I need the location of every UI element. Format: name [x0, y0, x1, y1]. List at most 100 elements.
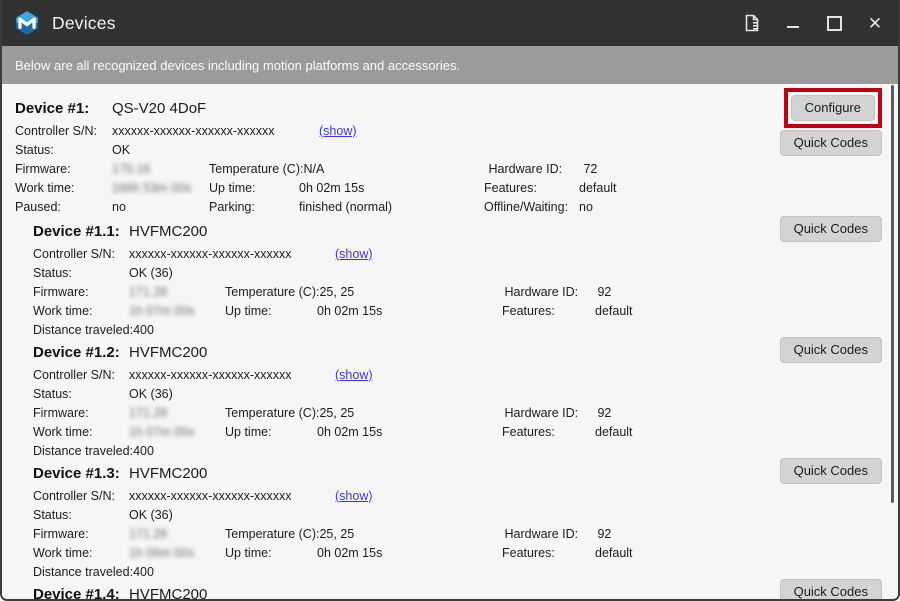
- firmware-value: 170.16: [112, 162, 209, 176]
- field-label: Temperature (C):: [225, 527, 319, 541]
- offline-waiting-value: no: [579, 200, 593, 214]
- field-label: Controller S/N:: [33, 247, 129, 261]
- field-row: Firmware: 171.28 Temperature (C): 25, 25…: [33, 403, 898, 422]
- field-label: Status:: [33, 266, 129, 280]
- controller-sn-value: xxxxxx-xxxxxx-xxxxxx-xxxxxx: [112, 124, 319, 138]
- close-icon[interactable]: ✕: [866, 14, 884, 32]
- configure-button[interactable]: Configure: [791, 95, 875, 121]
- show-sn-link[interactable]: (show): [335, 368, 373, 382]
- field-row: Status: OK (36): [33, 505, 898, 524]
- hardware-id-value: 92: [597, 527, 611, 541]
- temperature-value: N/A: [303, 162, 488, 176]
- field-row: Work time: 1h 07m 00s Up time: 0h 02m 15…: [33, 422, 898, 441]
- vertical-scrollbar[interactable]: [891, 84, 896, 599]
- field-label: Up time:: [225, 304, 317, 318]
- status-value: OK (36): [129, 508, 225, 522]
- field-label: Parking:: [209, 200, 299, 214]
- device-id: Device #1.2:: [33, 344, 129, 361]
- field-row: Distance traveled: 400: [33, 441, 898, 460]
- field-row: Status: OK (36): [33, 263, 898, 282]
- quick-codes-button[interactable]: Quick Codes: [780, 130, 882, 156]
- field-row: Firmware: 170.16 Temperature (C): N/A Ha…: [15, 159, 898, 178]
- subtitle-bar: Below are all recognized devices includi…: [2, 46, 898, 84]
- work-time-value: 1h 07m 00s: [129, 425, 225, 439]
- firmware-value: 171.28: [129, 406, 225, 420]
- firmware-value: 171.28: [129, 285, 225, 299]
- field-label: Features:: [502, 425, 595, 439]
- devices-window: Devices ✕ Below are all recognized devic…: [0, 0, 900, 601]
- field-label: Temperature (C):: [225, 406, 319, 420]
- log-file-icon[interactable]: [743, 14, 761, 32]
- work-time-value: 166h 53m 00s: [112, 181, 209, 195]
- device-model: HVFMC200: [129, 344, 207, 361]
- device-id: Device #1.1:: [33, 223, 129, 240]
- show-sn-link[interactable]: (show): [335, 489, 373, 503]
- field-label: Distance traveled:: [33, 323, 133, 337]
- field-row: Controller S/N: xxxxxx-xxxxxx-xxxxxx-xxx…: [33, 486, 898, 505]
- maximize-icon[interactable]: [825, 14, 843, 32]
- field-row: Work time: 1h 07m 00s Up time: 0h 02m 15…: [33, 301, 898, 320]
- field-label: Up time:: [225, 425, 317, 439]
- field-row: Distance traveled: 400: [33, 320, 898, 339]
- up-time-value: 0h 02m 15s: [317, 425, 502, 439]
- field-row: Controller S/N: xxxxxx-xxxxxx-xxxxxx-xxx…: [33, 244, 898, 263]
- device-section-1: Configure Quick Codes Device #1: QS-V20 …: [2, 95, 898, 218]
- controller-sn-value: xxxxxx-xxxxxx-xxxxxx-xxxxxx: [129, 489, 335, 503]
- device-model: HVFMC200: [129, 465, 207, 482]
- field-row: Paused: no Parking: finished (normal) Of…: [15, 197, 898, 216]
- up-time-value: 0h 02m 15s: [299, 181, 484, 195]
- device-list: Configure Quick Codes Device #1: QS-V20 …: [2, 84, 898, 599]
- field-row: Controller S/N: xxxxxx-xxxxxx-xxxxxx-xxx…: [15, 121, 898, 140]
- temperature-value: 25, 25: [319, 406, 504, 420]
- field-label: Hardware ID:: [504, 527, 597, 541]
- device-section-1-1: Quick Codes Device #1.1: HVFMC200 Contro…: [2, 218, 898, 339]
- quick-codes-button[interactable]: Quick Codes: [780, 579, 882, 599]
- subtitle-text: Below are all recognized devices includi…: [15, 58, 460, 73]
- field-label: Work time:: [33, 546, 129, 560]
- device-model: HVFMC200: [129, 223, 207, 240]
- field-label: Features:: [502, 304, 595, 318]
- configure-highlight-box: Configure: [784, 88, 882, 128]
- field-label: Status:: [15, 143, 112, 157]
- field-label: Work time:: [15, 181, 112, 195]
- field-label: Work time:: [33, 425, 129, 439]
- status-value: OK (36): [129, 387, 225, 401]
- hardware-id-value: 72: [583, 162, 597, 176]
- field-label: Offline/Waiting:: [484, 200, 579, 214]
- device-model: QS-V20 4DoF: [112, 100, 206, 117]
- quick-codes-button[interactable]: Quick Codes: [780, 216, 882, 242]
- field-label: Firmware:: [33, 406, 129, 420]
- field-label: Distance traveled:: [33, 444, 133, 458]
- field-row: Distance traveled: 400: [33, 562, 898, 581]
- show-sn-link[interactable]: (show): [319, 124, 357, 138]
- field-label: Temperature (C):: [225, 285, 319, 299]
- field-row: Status: OK: [15, 140, 898, 159]
- field-row: Firmware: 171.28 Temperature (C): 25, 25…: [33, 282, 898, 301]
- title-bar: Devices ✕: [0, 0, 900, 46]
- minimize-icon[interactable]: [784, 14, 802, 32]
- field-label: Up time:: [209, 181, 299, 195]
- scrollbar-thumb[interactable]: [891, 85, 894, 503]
- temperature-value: 25, 25: [319, 285, 504, 299]
- hardware-id-value: 92: [597, 406, 611, 420]
- field-label: Controller S/N:: [33, 368, 129, 382]
- quick-codes-button[interactable]: Quick Codes: [780, 458, 882, 484]
- parking-value: finished (normal): [299, 200, 484, 214]
- show-sn-link[interactable]: (show): [335, 247, 373, 261]
- features-value: default: [595, 304, 633, 318]
- field-row: Work time: 166h 53m 00s Up time: 0h 02m …: [15, 178, 898, 197]
- status-value: OK (36): [129, 266, 225, 280]
- field-label: Controller S/N:: [15, 124, 112, 138]
- controller-sn-value: xxxxxx-xxxxxx-xxxxxx-xxxxxx: [129, 247, 335, 261]
- features-value: default: [595, 425, 633, 439]
- quick-codes-button[interactable]: Quick Codes: [780, 337, 882, 363]
- work-time-value: 1h 07m 00s: [129, 304, 225, 318]
- device-section-1-3: Quick Codes Device #1.3: HVFMC200 Contro…: [2, 460, 898, 581]
- distance-traveled-value: 400: [133, 444, 229, 458]
- field-label: Firmware:: [33, 285, 129, 299]
- device-section-1-2: Quick Codes Device #1.2: HVFMC200 Contro…: [2, 339, 898, 460]
- paused-value: no: [112, 200, 209, 214]
- window-title: Devices: [52, 13, 116, 34]
- work-time-value: 1h 06m 00s: [129, 546, 225, 560]
- app-logo-icon: [14, 10, 40, 36]
